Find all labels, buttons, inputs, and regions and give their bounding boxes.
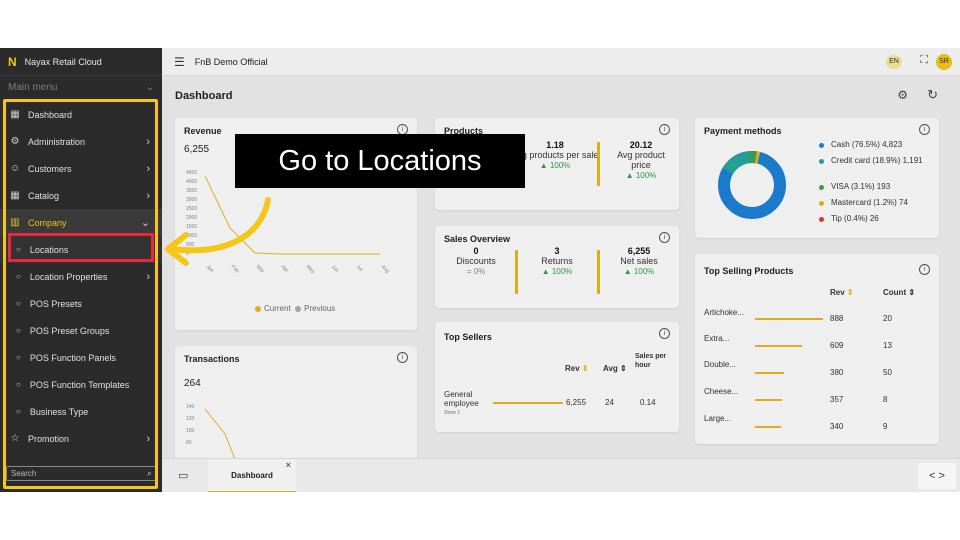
app-frame: N Nayax Retail Cloud Main menu ⌄ ▦ Dashb…	[0, 48, 960, 492]
curved-arrow-icon	[165, 197, 271, 266]
